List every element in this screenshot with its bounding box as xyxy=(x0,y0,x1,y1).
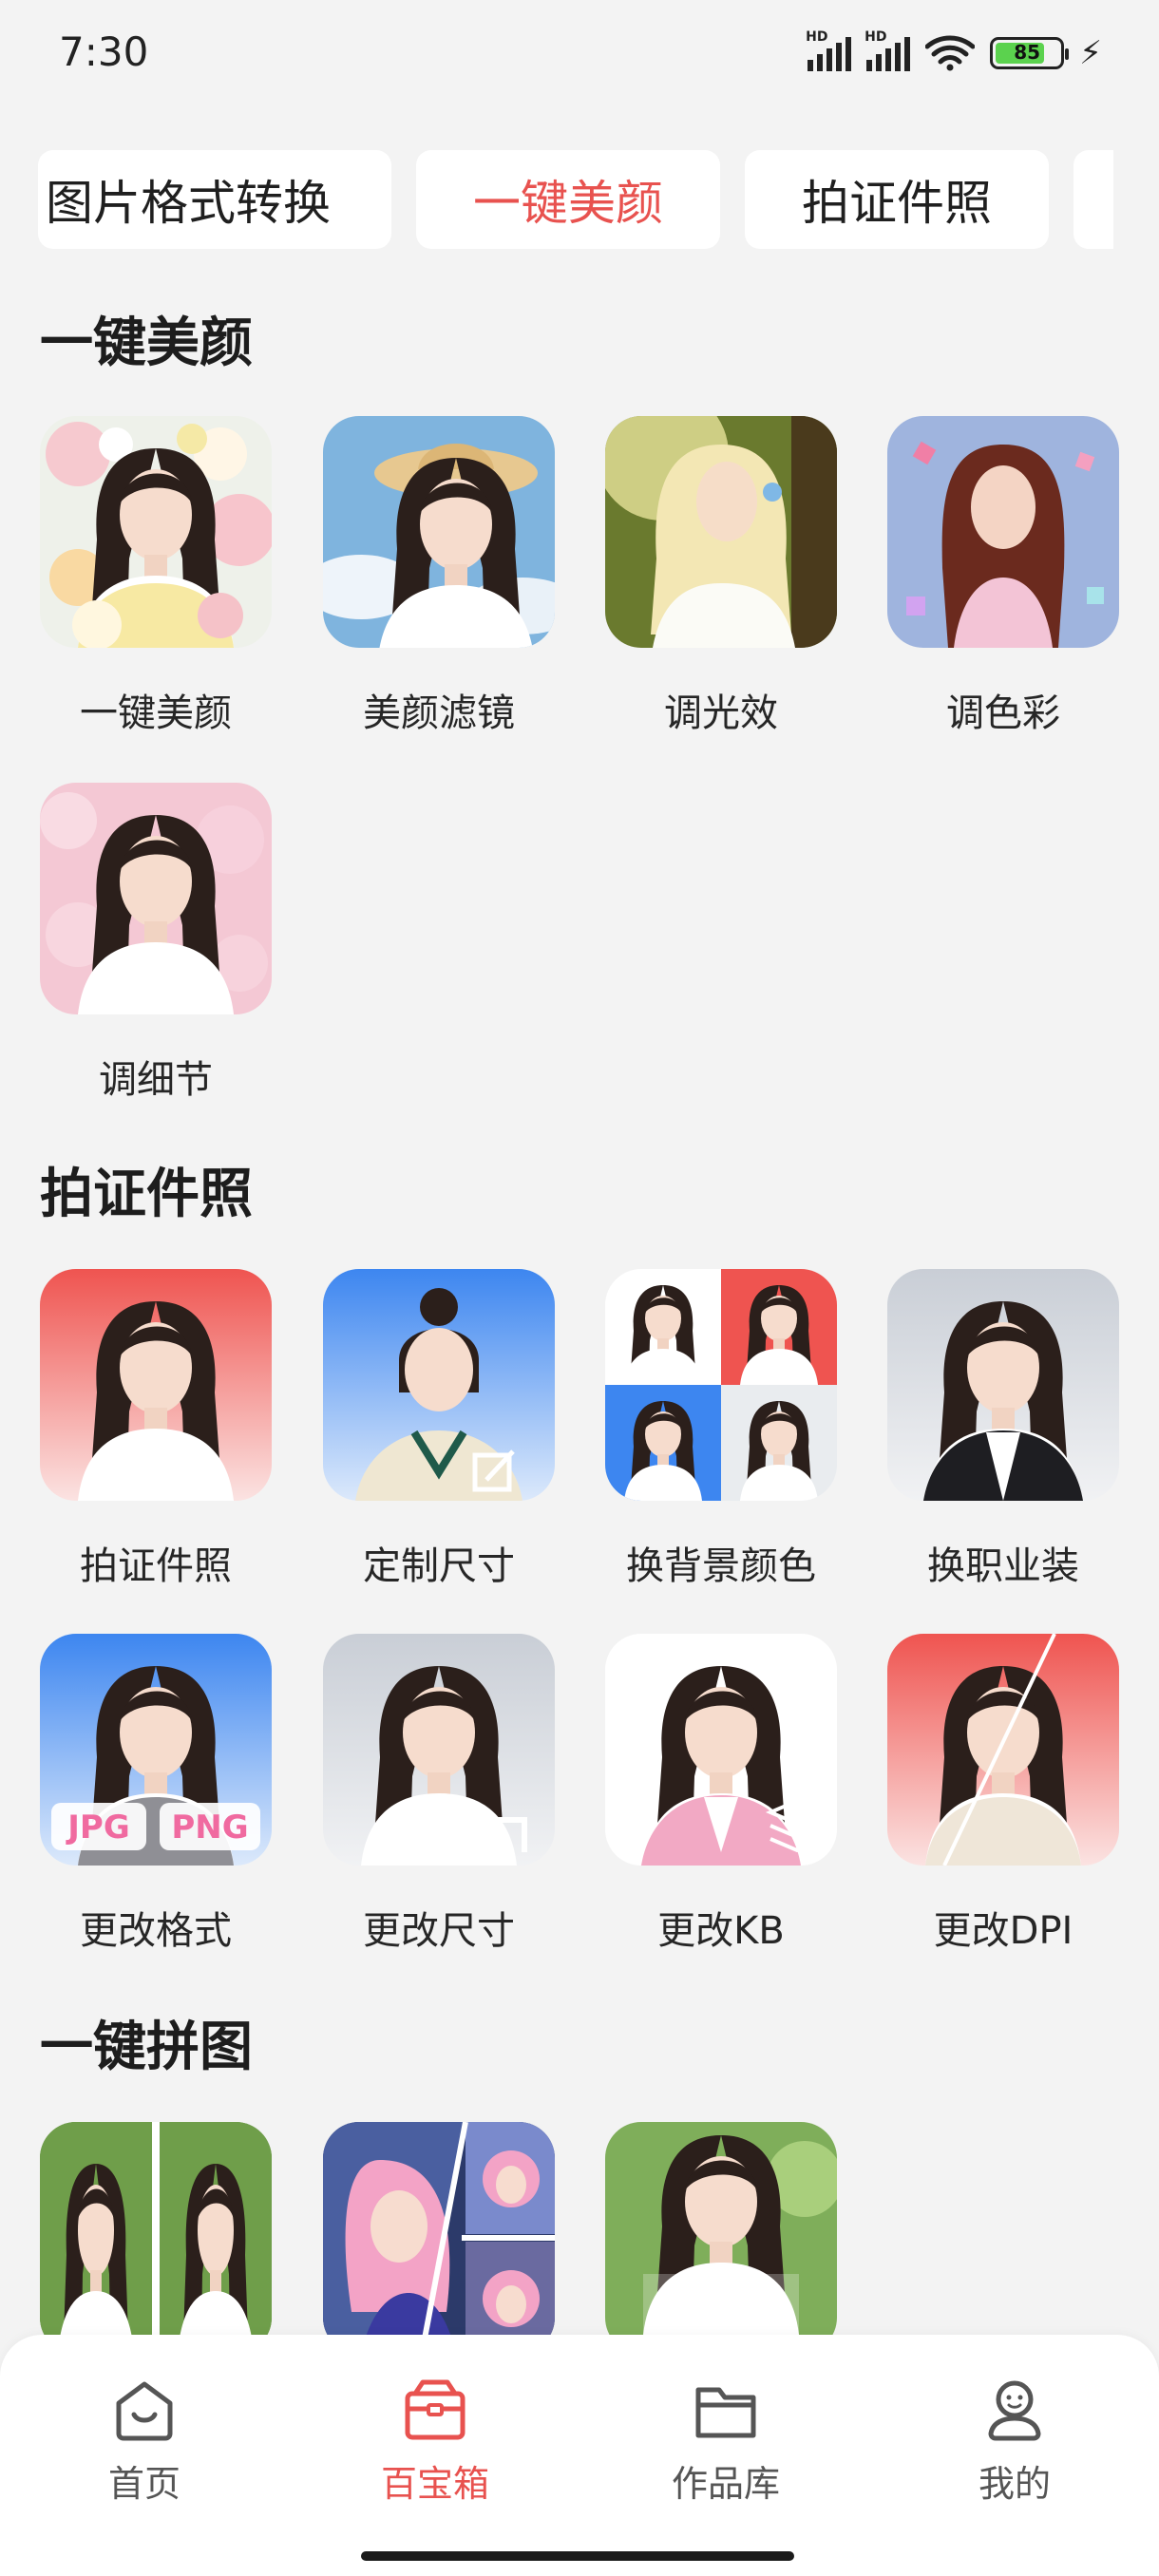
dpi-split-thumbnail xyxy=(887,1634,1119,1866)
nav-toolbox[interactable]: 百宝箱 xyxy=(340,2377,530,2507)
tool-take-id-photo[interactable]: 拍证件照 xyxy=(40,1269,272,1590)
nav-label: 作品库 xyxy=(671,2463,780,2505)
nav-label: 首页 xyxy=(107,2463,180,2505)
charging-icon: ⚡ xyxy=(1079,34,1102,72)
section-title-beauty: 一键美颜 xyxy=(40,313,253,374)
tab-next-partial[interactable] xyxy=(1074,150,1113,249)
signal-hd-label: HD xyxy=(806,29,828,45)
toolbox-icon xyxy=(405,2379,466,2440)
status-bar: 7:30 HD HD 85 ⚡ xyxy=(0,0,1159,104)
multi-panel-collage-thumbnail xyxy=(323,2122,555,2354)
tool-label: 换背景颜色 xyxy=(626,1544,816,1588)
woman-in-sunhat-thumbnail xyxy=(323,416,555,648)
profile-icon xyxy=(988,2380,1041,2441)
tool-color-adjust[interactable]: 调色彩 xyxy=(887,416,1119,737)
tool-light-effect[interactable]: 调光效 xyxy=(605,416,837,737)
section-title-collage: 一键拼图 xyxy=(40,2017,253,2078)
woman-sparkle-dress-thumbnail xyxy=(887,416,1119,648)
blonde-woman-sunlight-thumbnail xyxy=(605,416,837,648)
bottom-navigation: 首页 百宝箱 作品库 我的 xyxy=(0,2335,1159,2576)
tool-label: 拍证件照 xyxy=(80,1544,232,1588)
tool-label: 定制尺寸 xyxy=(363,1544,515,1588)
tab-format-convert[interactable]: 图片格式转换 xyxy=(38,150,391,249)
photo-with-text-thumbnail xyxy=(605,2122,837,2354)
battery-level: 85 xyxy=(1014,41,1041,64)
tab-one-click-beauty[interactable]: 一键美颜 xyxy=(416,150,720,249)
id-photo-red-bg-thumbnail xyxy=(40,1269,272,1501)
tool-label: 调光效 xyxy=(664,691,778,735)
home-indicator[interactable] xyxy=(361,2551,794,2561)
nav-home[interactable]: 首页 xyxy=(49,2377,239,2507)
tool-label: 换职业装 xyxy=(927,1544,1079,1588)
background-color-grid-thumbnail xyxy=(605,1269,837,1501)
resize-thumbnail xyxy=(323,1634,555,1866)
signal-icon: HD xyxy=(864,29,911,71)
tool-change-suit[interactable]: 换职业装 xyxy=(887,1269,1119,1590)
woman-with-flowers-thumbnail xyxy=(40,416,272,648)
collage-item[interactable] xyxy=(323,2122,555,2354)
tab-id-photo[interactable]: 拍证件照 xyxy=(745,150,1049,249)
file-size-layers-thumbnail xyxy=(605,1634,837,1866)
tool-change-kb[interactable]: 更改KB xyxy=(605,1634,837,1955)
signal-hd-label: HD xyxy=(864,29,887,45)
tool-one-click-beauty[interactable]: 一键美颜 xyxy=(40,416,272,737)
home-icon xyxy=(116,2381,173,2441)
tool-label: 调色彩 xyxy=(946,691,1060,735)
signal-icon: HD xyxy=(806,29,852,71)
tool-change-size[interactable]: 更改尺寸 xyxy=(323,1634,555,1955)
nav-gallery[interactable]: 作品库 xyxy=(631,2377,821,2507)
tool-label: 更改格式 xyxy=(80,1909,232,1953)
wifi-icon xyxy=(925,35,976,71)
folder-icon xyxy=(695,2387,756,2438)
tool-label: 更改DPI xyxy=(933,1909,1074,1953)
section-title-id-photo: 拍证件照 xyxy=(40,1164,253,1225)
tool-label: 更改尺寸 xyxy=(363,1909,515,1953)
id-photo-blue-bg-edit-thumbnail xyxy=(323,1269,555,1501)
tool-change-dpi[interactable]: 更改DPI xyxy=(887,1634,1119,1955)
png-badge: PNG xyxy=(171,1809,248,1847)
tool-beauty-filter[interactable]: 美颜滤镜 xyxy=(323,416,555,737)
category-tab-bar[interactable]: 图片格式转换 一键美颜 拍证件照 xyxy=(0,150,1159,249)
jpg-badge: JPG xyxy=(66,1809,129,1847)
tool-detail-adjust[interactable]: 调细节 xyxy=(40,783,272,1104)
tool-change-format[interactable]: JPG PNG 更改格式 xyxy=(40,1634,272,1955)
nav-label: 我的 xyxy=(978,2463,1051,2505)
jpg-png-format-thumbnail: JPG PNG xyxy=(40,1634,272,1866)
tool-label: 更改KB xyxy=(657,1909,785,1953)
tool-custom-size[interactable]: 定制尺寸 xyxy=(323,1269,555,1590)
tool-label: 一键美颜 xyxy=(80,691,232,735)
nav-profile[interactable]: 我的 xyxy=(920,2377,1110,2507)
woman-cherry-blossom-thumbnail xyxy=(40,783,272,1014)
nav-label: 百宝箱 xyxy=(380,2463,489,2505)
tool-label: 美颜滤镜 xyxy=(363,691,515,735)
status-icons: HD HD 85 ⚡ xyxy=(806,29,1102,72)
tool-label: 调细节 xyxy=(99,1058,213,1102)
two-panel-collage-thumbnail xyxy=(40,2122,272,2354)
status-time: 7:30 xyxy=(59,28,149,75)
collage-item[interactable] xyxy=(40,2122,272,2354)
battery-icon: 85 xyxy=(990,37,1070,69)
tool-change-background[interactable]: 换背景颜色 xyxy=(605,1269,837,1590)
collage-item[interactable] xyxy=(605,2122,837,2354)
business-suit-thumbnail xyxy=(887,1269,1119,1501)
